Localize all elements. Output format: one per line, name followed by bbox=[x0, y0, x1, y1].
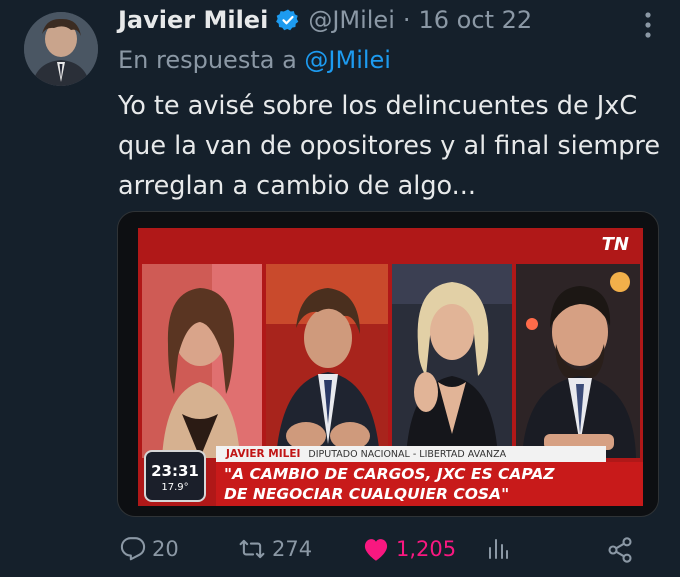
tv-screen: TN 23:31 17.9° JAVIER MILEI DIPUTADO NAC… bbox=[138, 228, 643, 506]
headline-line-2: DE NEGOCIAR CUALQUIER COSA" bbox=[224, 485, 510, 503]
lower-third-name: JAVIER MILEI bbox=[226, 448, 301, 460]
clock-time: 23:31 bbox=[151, 462, 199, 480]
share-icon bbox=[606, 536, 634, 564]
tweet-text: Yo te avisé sobre los delincuentes de Jx… bbox=[118, 91, 661, 201]
video-panel-guest-3 bbox=[516, 264, 640, 458]
reply-icon bbox=[120, 536, 146, 562]
author-name[interactable]: Javier Milei bbox=[118, 6, 268, 34]
tweet-actions: 20 274 1,205 bbox=[118, 536, 642, 570]
reply-context: En respuesta a @JMilei bbox=[118, 46, 391, 74]
views-button[interactable] bbox=[486, 536, 510, 562]
clock-temperature: 17.9° bbox=[161, 482, 189, 493]
heart-icon bbox=[362, 536, 390, 562]
tv-headline: "A CAMBIO DE CARGOS, JXC ES CAPAZ DE NEG… bbox=[216, 462, 643, 506]
retweet-button[interactable]: 274 bbox=[238, 536, 312, 562]
more-options-icon[interactable] bbox=[644, 10, 652, 40]
analytics-icon bbox=[486, 536, 510, 562]
tv-lower-third: 23:31 17.9° JAVIER MILEI DIPUTADO NACION… bbox=[138, 446, 643, 508]
avatar-image bbox=[24, 12, 98, 86]
tv-name-strip: JAVIER MILEI DIPUTADO NACIONAL - LIBERTA… bbox=[216, 446, 606, 462]
reply-count: 20 bbox=[152, 537, 179, 561]
like-count: 1,205 bbox=[396, 537, 457, 561]
tweet-header: Javier Milei @JMilei · 16 oct 22 bbox=[118, 6, 532, 34]
separator-dot: · bbox=[402, 6, 411, 34]
verified-badge-icon bbox=[276, 8, 300, 32]
reply-prefix: En respuesta a bbox=[118, 46, 297, 74]
tweet-date[interactable]: 16 oct 22 bbox=[419, 6, 533, 34]
retweet-icon bbox=[238, 536, 266, 562]
tv-clock: 23:31 17.9° bbox=[144, 450, 206, 502]
tweet-media[interactable]: TN 23:31 17.9° JAVIER MILEI DIPUTADO NAC… bbox=[117, 211, 659, 517]
reply-button[interactable]: 20 bbox=[120, 536, 179, 562]
reply-mention-link[interactable]: @JMilei bbox=[304, 46, 391, 74]
video-panel-guest-1 bbox=[142, 264, 262, 458]
channel-logo: TN bbox=[601, 234, 629, 255]
video-panel-milei bbox=[266, 264, 388, 458]
video-panel-guest-2 bbox=[392, 264, 512, 458]
author-handle[interactable]: @JMilei bbox=[308, 6, 395, 34]
avatar[interactable] bbox=[24, 12, 98, 86]
headline-line-1: "A CAMBIO DE CARGOS, JXC ES CAPAZ bbox=[224, 465, 555, 483]
retweet-count: 274 bbox=[272, 537, 313, 561]
share-button[interactable] bbox=[606, 536, 634, 564]
like-button[interactable]: 1,205 bbox=[362, 536, 456, 562]
lower-third-role: DIPUTADO NACIONAL - LIBERTAD AVANZA bbox=[308, 448, 507, 460]
